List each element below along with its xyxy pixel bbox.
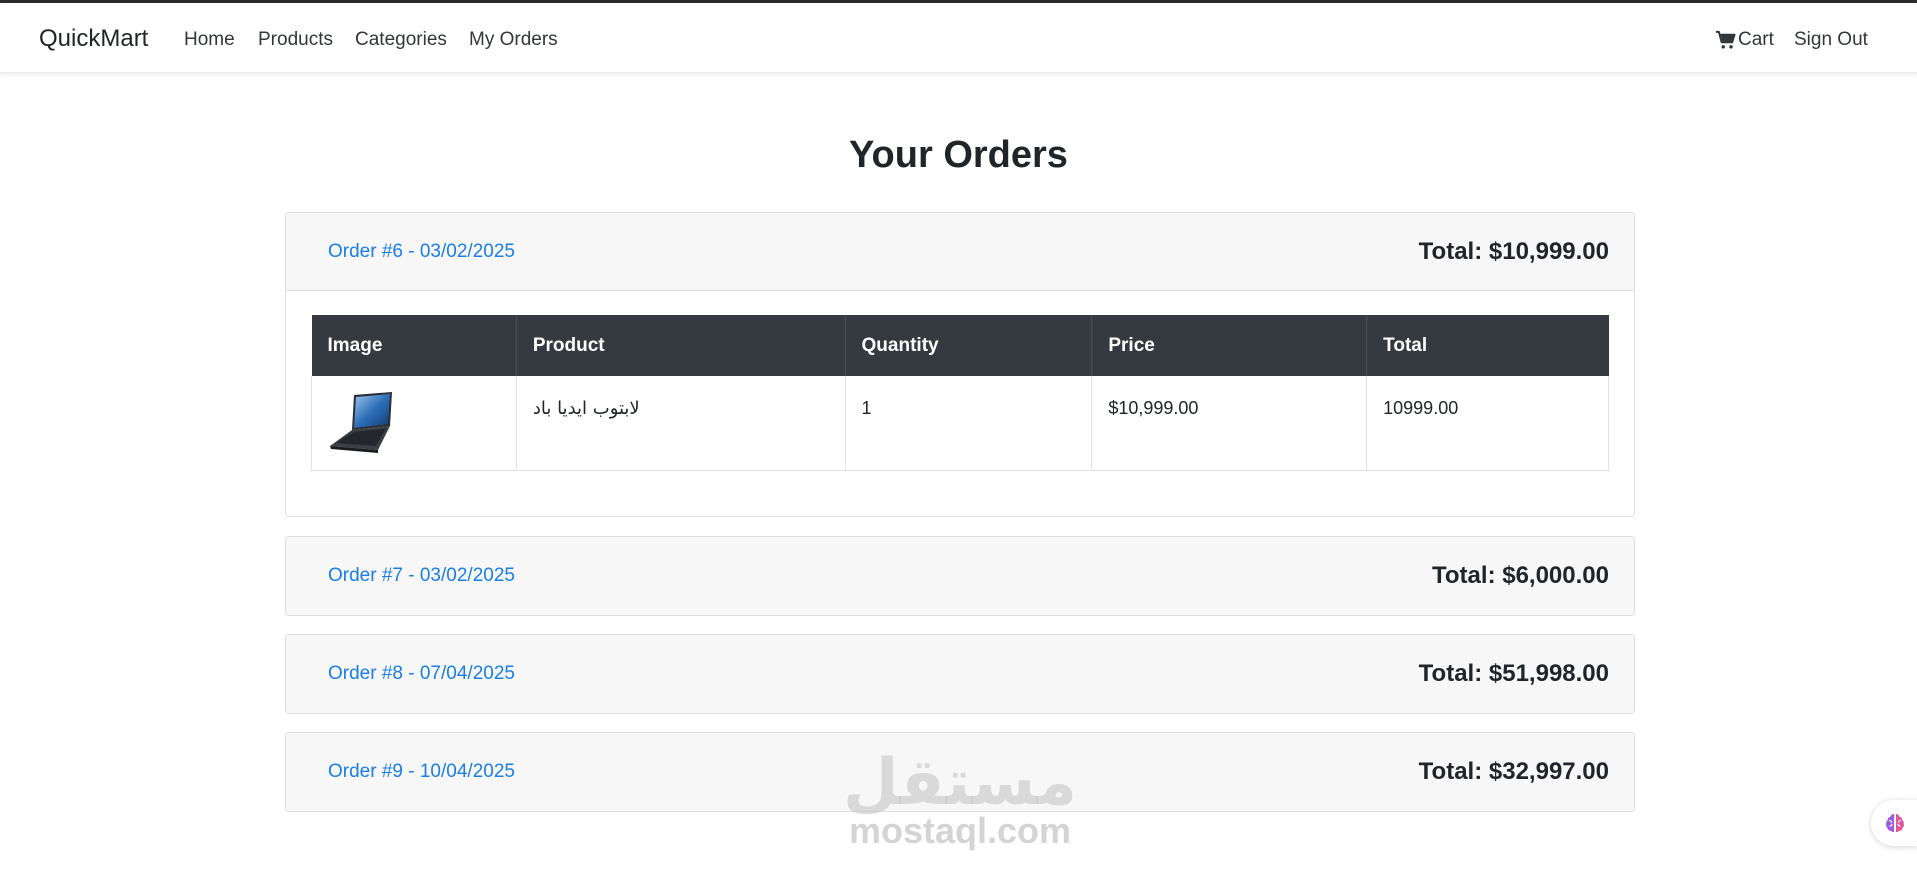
page-title: Your Orders (849, 134, 1068, 176)
top-navbar: QuickMart Home Products Categories My Or… (0, 3, 1917, 73)
product-image-cell (311, 376, 517, 471)
column-header-image: Image (311, 315, 517, 376)
order-card-header: Order #7 - 03/02/2025 Total: $6,000.00 (286, 537, 1634, 615)
mostaql-watermark: مستقل mostaql.com (840, 746, 1080, 851)
order-total-7: Total: $6,000.00 (1432, 562, 1609, 589)
table-header-row: Image Product Quantity Price Total (311, 315, 1609, 376)
order-card-7: Order #7 - 03/02/2025 Total: $6,000.00 (285, 536, 1635, 616)
order-card-header: Order #6 - 03/02/2025 Total: $10,999.00 (286, 213, 1634, 291)
order-card-8: Order #8 - 07/04/2025 Total: $51,998.00 (285, 634, 1635, 714)
order-link-7[interactable]: Order #7 - 03/02/2025 (328, 565, 515, 587)
quantity-cell: 1 (844, 376, 1093, 471)
order-link-6[interactable]: Order #6 - 03/02/2025 (328, 241, 515, 263)
product-name-cell: لابتوب ايديا باد (515, 376, 846, 471)
order-total-8: Total: $51,998.00 (1418, 660, 1609, 687)
order-card-header: Order #8 - 07/04/2025 Total: $51,998.00 (286, 635, 1634, 713)
watermark-latin-text: mostaql.com (848, 810, 1072, 851)
column-header-total: Total (1366, 315, 1609, 376)
brand-logo-link[interactable]: QuickMart (39, 25, 148, 53)
cart-icon (1716, 30, 1736, 49)
nav-signout-link[interactable]: Sign Out (1794, 29, 1868, 51)
floating-assistant-button[interactable] (1871, 800, 1917, 846)
nav-home-link[interactable]: Home (184, 29, 235, 51)
nav-my-orders-link[interactable]: My Orders (469, 29, 558, 51)
nav-products-link[interactable]: Products (258, 29, 333, 51)
brain-icon (1886, 814, 1904, 833)
order-total-9: Total: $32,997.00 (1418, 758, 1609, 785)
nav-cart-link[interactable]: Cart (1715, 29, 1774, 51)
order-total-6: Total: $10,999.00 (1418, 237, 1609, 265)
laptop-image (330, 392, 392, 453)
order-link-9[interactable]: Order #9 - 10/04/2025 (328, 761, 515, 783)
table-row: لابتوب ايديا باد 1 $10,999.00 10999.00 (311, 376, 1609, 471)
order-items-table: Image Product Quantity Price Total لابتو… (311, 315, 1609, 471)
cart-label: Cart (1738, 29, 1774, 50)
nav-categories-link[interactable]: Categories (355, 29, 447, 51)
column-header-product: Product (516, 315, 846, 376)
order-card-6: Order #6 - 03/02/2025 Total: $10,999.00 … (285, 212, 1635, 517)
price-cell: $10,999.00 (1091, 376, 1368, 471)
order-card-body: Image Product Quantity Price Total لابتو… (286, 291, 1634, 515)
watermark-arabic-text: مستقل (842, 746, 1078, 820)
order-link-8[interactable]: Order #8 - 07/04/2025 (328, 663, 515, 685)
product-name: لابتوب ايديا باد (532, 398, 640, 419)
row-total-cell: 10999.00 (1366, 376, 1609, 471)
column-header-quantity: Quantity (845, 315, 1093, 376)
column-header-price: Price (1091, 315, 1368, 376)
